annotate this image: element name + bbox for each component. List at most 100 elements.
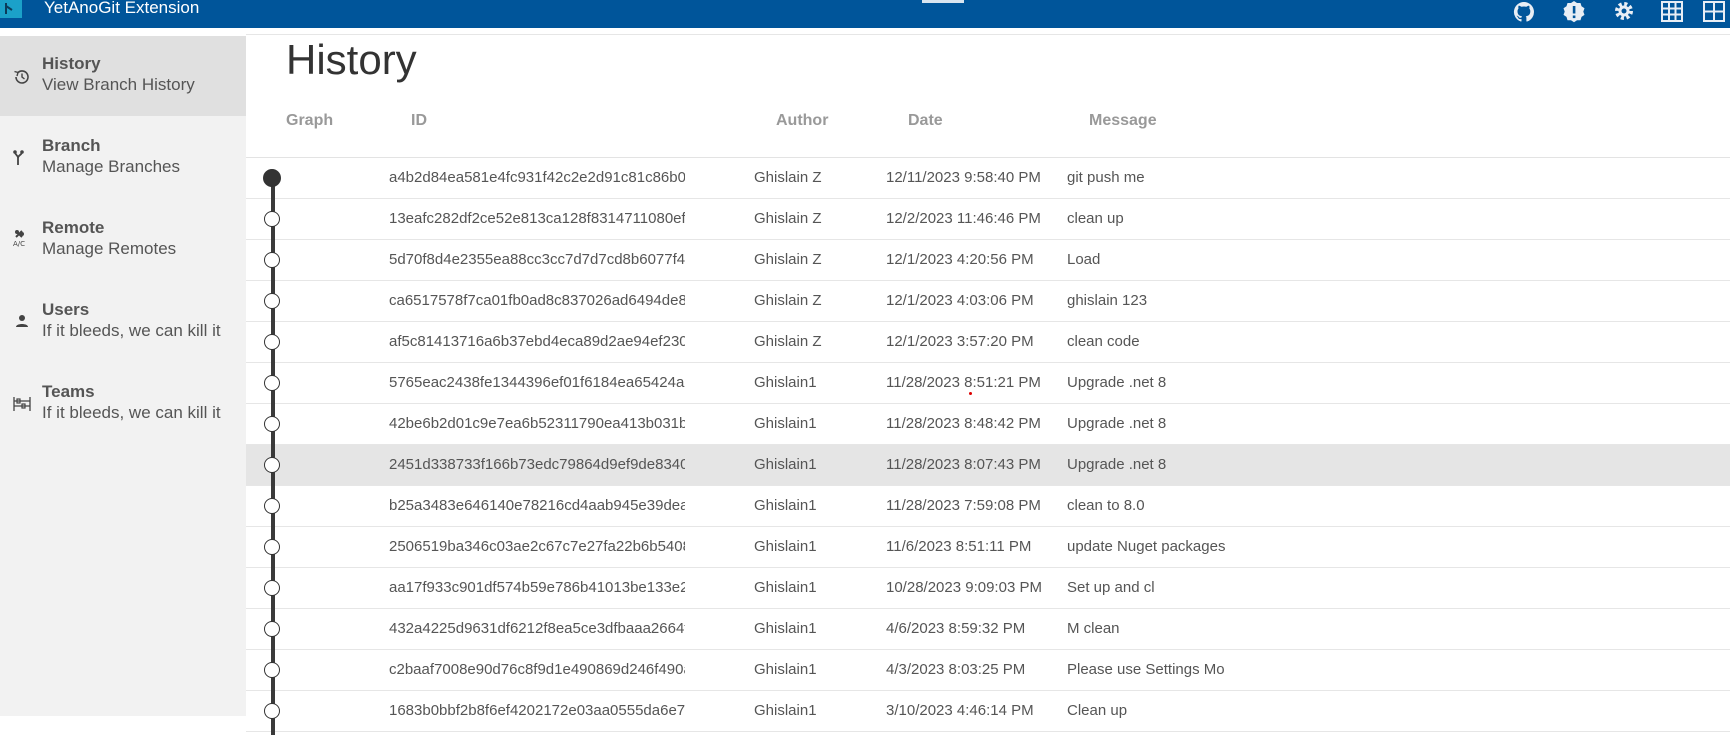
commit-message: Upgrade .net 8 [1067,415,1167,432]
commit-node[interactable] [264,703,280,719]
column-header-graph[interactable]: Graph [286,112,333,130]
commit-node[interactable] [264,580,280,596]
commit-author: Ghislain1 [754,374,817,391]
table-row[interactable]: ca6517578f7ca01fb0ad8c837026ad6494de8400… [246,281,1730,322]
commit-author: Ghislain1 [754,497,817,514]
user-icon [16,315,28,327]
table-row[interactable]: 13eafc282df2ce52e813ca128f8314711080ef10… [246,199,1730,240]
issue-icon[interactable] [1560,0,1588,24]
commit-date: 3/10/2023 4:46:14 PM [886,702,1034,719]
commit-id: 5d70f8d4e2355ea88cc3cc7d7d7cd8b6077f4df6 [389,251,685,268]
commit-id: 42be6b2d01c9e7ea6b52311790ea413b031b199c [389,415,685,432]
sidebar-item-label: Users [42,300,90,319]
table-row[interactable]: 42be6b2d01c9e7ea6b52311790ea413b031b199c… [246,404,1730,445]
sidebar-item-subtitle: View Branch History [42,75,195,94]
table-row[interactable]: 2506519ba346c03ae2c67c7e27fa22b6b5408d9f… [246,527,1730,568]
table-row[interactable]: 2451d338733f166b73edc79864d9ef9de8340b49… [246,445,1730,486]
sidebar-item-teams[interactable]: Teams If it bleeds, we can kill it [0,364,246,444]
table-row[interactable]: 1683b0bbf2b8f6ef4202172e03aa0555da6e74e4… [246,691,1730,732]
commit-node[interactable] [264,662,280,678]
divider [246,34,1730,35]
commit-node[interactable] [264,539,280,555]
commit-node[interactable] [264,334,280,350]
commit-id: b25a3483e646140e78216cd4aab945e39deaaf5d [389,497,685,514]
table-row[interactable]: af5c81413716a6b37ebd4eca89d2ae94ef230b00… [246,322,1730,363]
commit-date: 11/28/2023 8:07:43 PM [886,456,1041,473]
table-row[interactable]: a4b2d84ea581e4fc931f42c2e2d91c81c86b08b8… [246,158,1730,199]
column-header-id[interactable]: ID [411,112,427,130]
table-row[interactable]: c2baaf7008e90d76c8f9d1e490869d246f490af3… [246,650,1730,691]
commit-author: Ghislain Z [754,169,822,186]
column-header-message[interactable]: Message [1089,112,1157,130]
commit-date: 12/11/2023 9:58:40 PM [886,169,1041,186]
commit-message: Upgrade .net 8 [1067,374,1167,391]
commit-node[interactable] [264,211,280,227]
sidebar-item-label: History [42,54,101,73]
sidebar-item-subtitle: If it bleeds, we can kill it [42,403,221,422]
gear-icon[interactable] [1610,0,1638,24]
commit-date: 4/3/2023 8:03:25 PM [886,661,1026,678]
history-view: History Graph ID Author Date Message a4b… [246,28,1730,735]
commit-id: a4b2d84ea581e4fc931f42c2e2d91c81c86b08b8 [389,169,685,186]
commit-id: 2506519ba346c03ae2c67c7e27fa22b6b5408d9f [389,538,685,555]
table-row[interactable]: aa17f933c901df574b59e786b41013be133e2df0… [246,568,1730,609]
branch-icon [13,150,24,165]
commit-message: Upgrade .net 8 [1067,456,1167,473]
table-row[interactable]: b25a3483e646140e78216cd4aab945e39deaaf5d… [246,486,1730,527]
commit-node[interactable] [264,293,280,309]
commit-id: 1683b0bbf2b8f6ef4202172e03aa0555da6e74e4 [389,702,685,719]
commit-node[interactable] [264,457,280,473]
commit-date: 11/6/2023 8:51:11 PM [886,538,1032,555]
commit-date: 11/28/2023 8:51:21 PM [886,374,1041,391]
commit-id: 2451d338733f166b73edc79864d9ef9de8340b49 [389,456,685,473]
commit-node[interactable] [264,498,280,514]
github-icon[interactable] [1510,0,1538,24]
title-drag-handle[interactable] [922,0,964,3]
head-commit-node[interactable] [263,169,281,187]
commit-id: 5765eac2438fe1344396ef01f6184ea65424a6f1 [389,374,685,391]
table-row[interactable]: 5765eac2438fe1344396ef01f6184ea65424a6f1… [246,363,1730,404]
sidebar-item-subtitle: Manage Remotes [42,239,177,258]
commit-message: ghislain 123 [1067,292,1148,309]
commit-message: clean up [1067,210,1124,227]
sidebar-item-users[interactable]: Users If it bleeds, we can kill it [0,282,246,362]
cursor-dot [969,392,972,395]
grid-icon[interactable] [1658,0,1686,24]
commit-id: 13eafc282df2ce52e813ca128f8314711080ef10 [389,210,685,227]
history-icon [14,70,29,84]
sidebar-item-remote[interactable]: A/C Remote Manage Remotes [0,200,246,280]
commit-message: clean to 8.0 [1067,497,1145,514]
commit-date: 12/1/2023 4:20:56 PM [886,251,1034,268]
commit-author: Ghislain1 [754,415,817,432]
commit-message: update Nuget packages [1067,538,1226,555]
commit-node[interactable] [264,375,280,391]
commit-author: Ghislain1 [754,620,817,637]
column-header-date[interactable]: Date [908,112,943,130]
commit-node[interactable] [264,416,280,432]
sidebar-item-branch[interactable]: Branch Manage Branches [0,118,246,198]
commit-node[interactable] [264,621,280,637]
commit-author: Ghislain1 [754,538,817,555]
table-row[interactable]: 5d70f8d4e2355ea88cc3cc7d7d7cd8b6077f4df6… [246,240,1730,281]
remote-icon: A/C [13,230,25,248]
grid-alt-icon[interactable] [1700,0,1728,24]
commit-message: git push me [1067,169,1145,186]
commit-message: Please use Settings Mo [1067,661,1225,678]
commit-message: Set up and cl [1067,579,1155,596]
commit-id: c2baaf7008e90d76c8f9d1e490869d246f490af3 [389,661,685,678]
commit-date: 11/28/2023 7:59:08 PM [886,497,1041,514]
sidebar-item-subtitle: If it bleeds, we can kill it [42,321,221,340]
table-row[interactable]: 432a4225d9631df6212f8ea5ce3dfbaaa2664f2b… [246,609,1730,650]
commit-id: 432a4225d9631df6212f8ea5ce3dfbaaa2664f2b [389,620,685,637]
commit-message: Clean up [1067,702,1128,719]
svg-text:A/C: A/C [13,240,25,248]
commit-author: Ghislain Z [754,251,822,268]
commit-message: clean code [1067,333,1140,350]
commit-author: Ghislain Z [754,292,822,309]
app-logo-icon [0,0,22,18]
sidebar-item-label: Branch [42,136,101,155]
commit-node[interactable] [264,252,280,268]
column-header-author[interactable]: Author [776,112,828,130]
sidebar-item-history[interactable]: History View Branch History [0,36,246,116]
teams-icon [13,397,31,411]
